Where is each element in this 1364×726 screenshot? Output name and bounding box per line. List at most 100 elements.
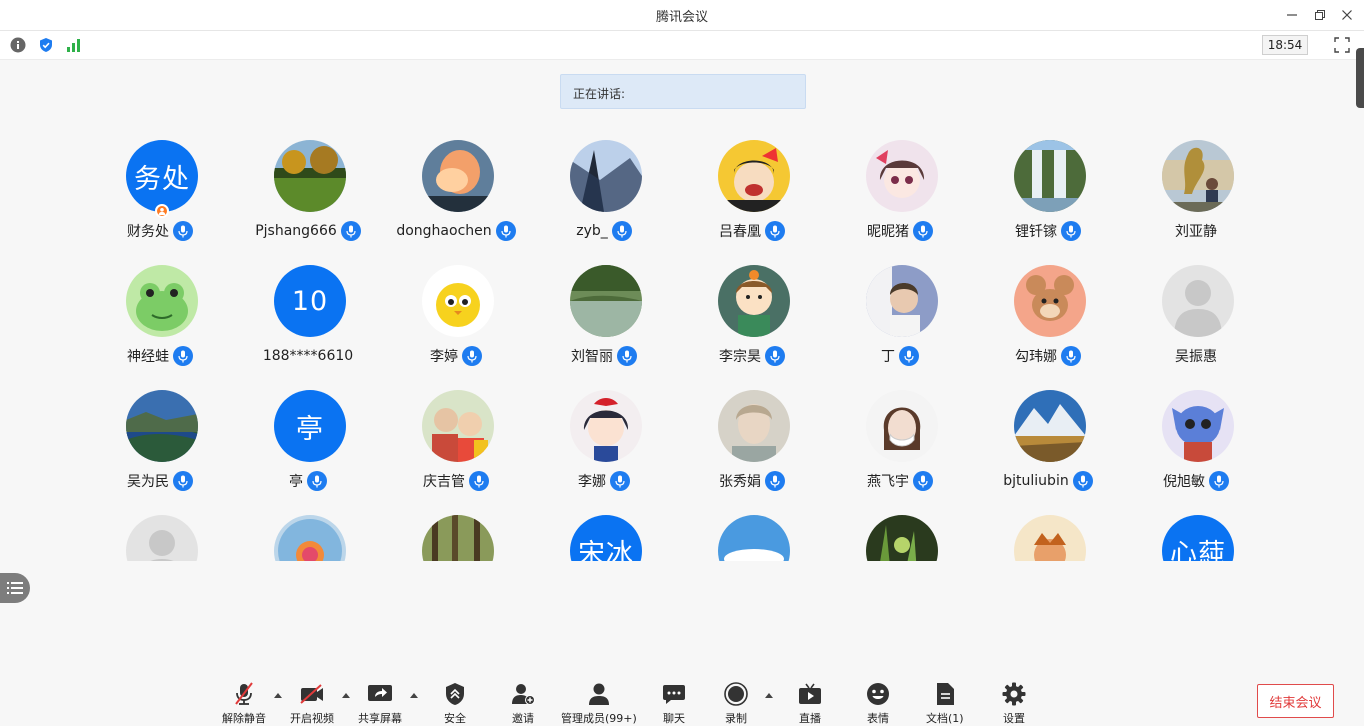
participant-tile[interactable]: 张秀娟 [678,380,826,505]
unmute-button[interactable]: 解除静音 [222,682,266,726]
avatar: 务处 [126,140,198,212]
photo-waterfall-icon [1014,140,1086,212]
avatar [422,390,494,462]
minimize-icon [1287,14,1297,16]
microphone-icon [1072,471,1093,491]
participant-tile[interactable]: 李娜 [530,380,678,505]
participant-name: 刘智丽 [571,349,613,365]
participant-tile[interactable]: bjtuliubin [974,380,1122,505]
participant-tile[interactable]: 李婷 [382,255,530,380]
manage-members-button[interactable]: 管理成员(99+) [561,682,637,726]
close-button[interactable] [1336,4,1358,26]
participant-name: 神经蛙 [127,349,169,365]
invite-button[interactable]: 邀请 [510,682,536,726]
participant-tile[interactable]: 心蒓 [1122,505,1270,561]
participant-tile[interactable]: 勾玮娜 [974,255,1122,380]
avatar [866,515,938,561]
avatar: 宋冰 [570,515,642,561]
avatar [422,515,494,561]
restore-button[interactable] [1309,4,1331,26]
participant-name: 燕飞宇 [867,474,909,490]
audio-options-caret-icon[interactable] [272,689,284,701]
participant-name: zyb_ [576,223,608,239]
shield-icon[interactable] [38,37,54,53]
participant-tile[interactable]: 昵昵猪 [826,130,974,255]
side-scroll-indicator[interactable] [1356,48,1364,108]
participant-tile[interactable] [234,505,382,561]
info-icon[interactable] [10,37,26,53]
avatar [1162,140,1234,212]
participant-tile[interactable]: 锂钎镓 [974,130,1122,255]
photo-man-icon [866,265,938,337]
avatar [1014,265,1086,337]
microphone-icon [340,221,361,241]
participant-tile[interactable]: 李宗昊 [678,255,826,380]
share-options-caret-icon[interactable] [408,689,420,701]
fullscreen-icon[interactable] [1334,37,1350,53]
photo-bubble-rose-icon [274,515,346,561]
chat-icon [661,682,687,706]
participant-tile[interactable]: 吴为民 [86,380,234,505]
participant-name-row: 燕飞宇 [826,470,974,492]
avatar [422,265,494,337]
reactions-button[interactable]: 表情 [865,682,891,726]
avatar [718,515,790,561]
participant-name-row: 吕春凰 [678,220,826,242]
end-meeting-button[interactable]: 结束会议 [1257,684,1334,718]
participant-tile[interactable]: 务处 财务处 [86,130,234,255]
participant-tile[interactable] [678,505,826,561]
participant-tile[interactable]: 刘亚静 [1122,130,1270,255]
documents-button[interactable]: 文档(1) [926,682,964,726]
participant-tile[interactable] [826,505,974,561]
participant-tile[interactable]: 倪旭敏 [1122,380,1270,505]
participant-tile[interactable]: 燕飞宇 [826,380,974,505]
microphone-icon [913,221,933,241]
participant-tile[interactable]: 刘智丽 [530,255,678,380]
participant-tile[interactable]: donghaochen [382,130,530,255]
participant-gallery[interactable]: 务处 财务处 Pjshang666 donghaochen zyb_ 吕春凰 昵昵猪 锂钎镓刘… [86,130,1278,561]
security-button[interactable]: 安全 [442,682,468,726]
participant-tile[interactable]: Pjshang666 [234,130,382,255]
share-screen-button[interactable]: 共享屏幕 [358,682,402,726]
participant-tile[interactable]: 吕春凰 [678,130,826,255]
participant-tile[interactable]: zyb_ [530,130,678,255]
participant-tile[interactable]: 丁 [826,255,974,380]
participant-tile[interactable] [86,505,234,561]
video-options-caret-icon[interactable] [340,689,352,701]
participant-name: 庆吉管 [423,474,465,490]
meeting-info-bar: 18:54 [0,31,1364,60]
participant-tile[interactable]: 庆吉管 [382,380,530,505]
settings-button[interactable]: 设置 [1001,682,1027,726]
participant-tile[interactable]: 宋冰 [530,505,678,561]
microphone-icon [173,346,193,366]
photo-grass-icon [866,515,938,561]
participant-tile[interactable]: 10 188****6610 [234,255,382,380]
participant-name: donghaochen [396,223,492,239]
start-video-label: 开启视频 [290,712,334,725]
record-options-caret-icon[interactable] [763,689,775,701]
photo-field-icon [274,140,346,212]
participant-name-row: 亭 [234,470,382,492]
settings-label: 设置 [1003,712,1025,725]
participant-tile[interactable] [382,505,530,561]
participant-name: 丁 [881,349,895,365]
participant-tile[interactable]: 亭亭 [234,380,382,505]
documents-label: 文档(1) [926,712,964,725]
participant-list-toggle[interactable] [0,573,30,603]
signal-strength-icon[interactable] [66,37,82,53]
participant-tile[interactable]: 吴振惠 [1122,255,1270,380]
photo-family-icon [422,390,494,462]
minimize-button[interactable] [1281,4,1303,26]
participant-name: 亭 [289,474,303,490]
speaking-banner: 正在讲话: [560,74,806,109]
start-video-button[interactable]: 开启视频 [290,682,334,726]
participant-tile[interactable] [974,505,1122,561]
participant-tile[interactable]: 神经蛙 [86,255,234,380]
host-badge-icon [155,204,169,218]
record-button[interactable]: 录制 [723,682,749,726]
avatar [1162,390,1234,462]
chat-button[interactable]: 聊天 [661,682,687,726]
avatar [570,140,642,212]
live-stream-button[interactable]: 直播 [797,682,823,726]
photo-cloud-icon [422,140,494,212]
